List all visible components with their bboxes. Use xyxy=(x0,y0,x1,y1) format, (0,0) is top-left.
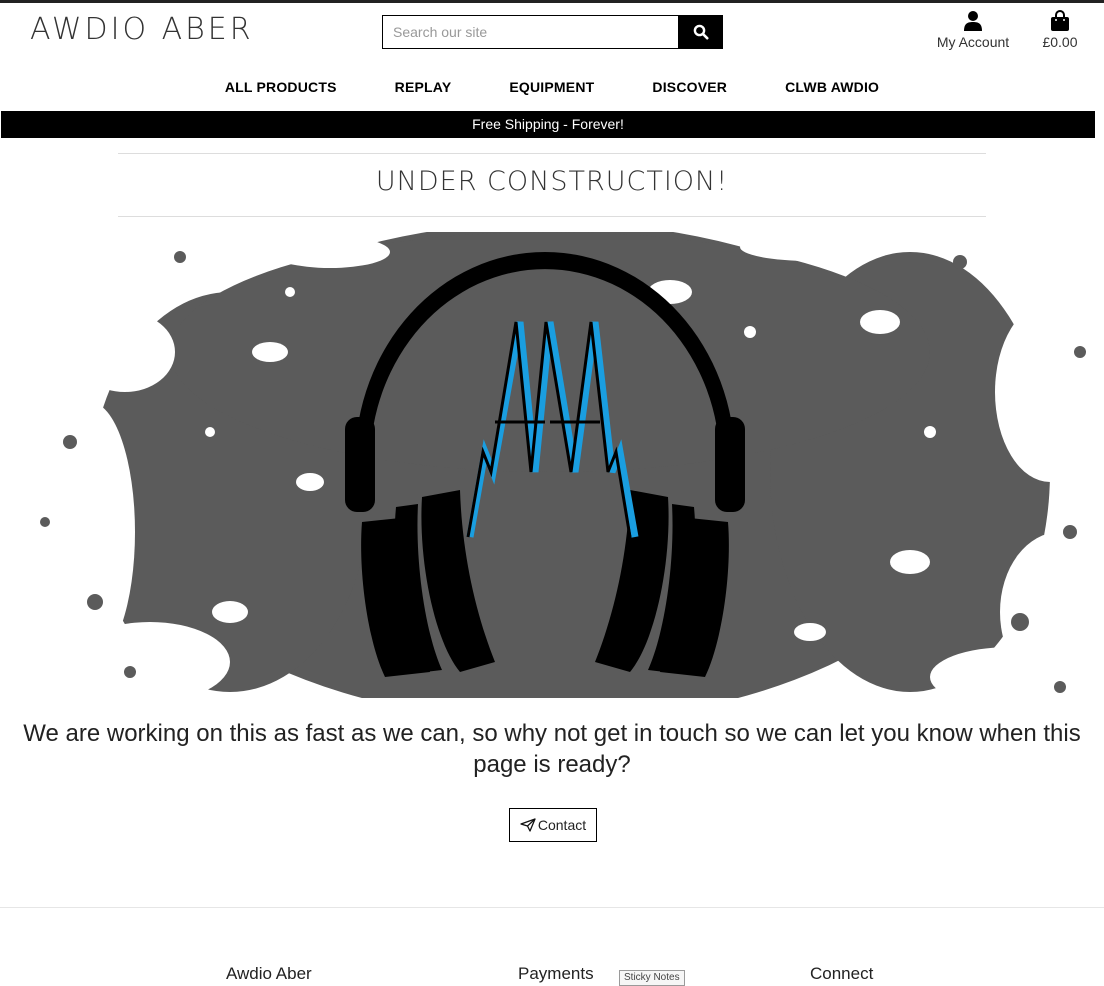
shopping-bag-link[interactable]: £0.00 xyxy=(1036,10,1084,50)
ink-splatter-background xyxy=(40,232,1096,698)
footer-heading-awdio-aber: Awdio Aber xyxy=(226,964,312,983)
title-divider-top xyxy=(118,153,986,154)
contact-button-label: Contact xyxy=(537,817,587,833)
under-construction-image xyxy=(40,232,1096,698)
my-account-link[interactable]: My Account xyxy=(936,10,1010,50)
footer-heading-payments: Payments xyxy=(518,964,594,983)
page-title: UNDER CONSTRUCTION! xyxy=(375,166,729,197)
search-form xyxy=(382,15,723,49)
shipping-banner: Free Shipping - Forever! xyxy=(1,111,1095,138)
footer-heading-connect: Connect xyxy=(810,964,874,983)
user-icon xyxy=(964,11,982,31)
nav-all-products[interactable]: ALL PRODUCTS xyxy=(225,76,337,98)
contact-button[interactable]: Contact xyxy=(509,808,597,842)
my-account-label: My Account xyxy=(936,34,1010,50)
title-divider-bottom xyxy=(118,216,986,217)
site-logo[interactable]: AWDIO ABER xyxy=(30,12,254,47)
search-button[interactable] xyxy=(678,15,723,49)
search-icon xyxy=(693,24,708,40)
nav-clwb-awdio[interactable]: CLWB AWDIO xyxy=(785,76,879,98)
nav-discover[interactable]: DISCOVER xyxy=(652,76,727,98)
nav-replay[interactable]: REPLAY xyxy=(395,76,452,98)
bag-total: £0.00 xyxy=(1042,34,1078,50)
construction-message: We are working on this as fast as we can… xyxy=(23,720,1081,778)
nav-equipment[interactable]: EQUIPMENT xyxy=(509,76,594,98)
footer-divider xyxy=(0,907,1104,908)
shopping-bag-icon xyxy=(1051,10,1069,31)
search-input[interactable] xyxy=(382,15,679,49)
main-nav: ALL PRODUCTS REPLAY EQUIPMENT DISCOVER C… xyxy=(0,76,1104,98)
top-rule xyxy=(0,0,1104,3)
paper-plane-icon xyxy=(520,818,536,832)
sticky-notes-tag[interactable]: Sticky Notes xyxy=(619,970,685,986)
